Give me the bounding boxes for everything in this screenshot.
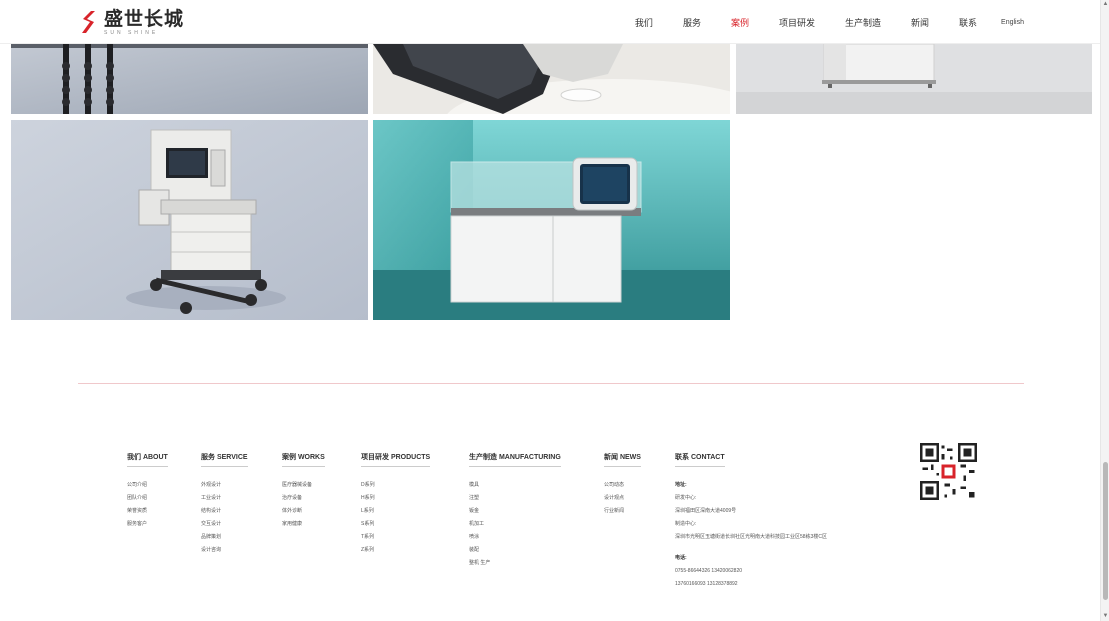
scroll-down-arrow-icon[interactable]: ▼: [1102, 612, 1109, 621]
footer-link[interactable]: 外观设计: [201, 479, 248, 492]
footer-col-title: 我们 ABOUT: [127, 452, 168, 467]
footer-link[interactable]: T系列: [361, 531, 430, 544]
footer-col-news: 新闻 NEWS 公司动态 设计观点 行业新闻: [604, 446, 641, 518]
footer-link[interactable]: 品牌策划: [201, 531, 248, 544]
logo-mark-icon: [78, 10, 98, 34]
case-image-analyzer[interactable]: [373, 120, 730, 320]
address-line: 深圳福田区深南大道4009号: [675, 508, 737, 514]
footer-link[interactable]: 医疗器械设备: [282, 479, 325, 492]
footer-link[interactable]: 设计观点: [604, 492, 641, 505]
footer-link[interactable]: 钣金: [469, 505, 561, 518]
phone-line[interactable]: 0755-86644326 13420062820: [675, 565, 827, 578]
footer-col-title: 联系 CONTACT: [675, 452, 725, 467]
footer-link[interactable]: 结构设计: [201, 505, 248, 518]
footer-link[interactable]: 装配: [469, 544, 561, 557]
footer-link[interactable]: Z系列: [361, 544, 430, 557]
address-line: 制造中心:: [675, 521, 697, 527]
footer-col-contact: 联系 CONTACT 地址: 研发中心: 深圳福田区深南大道4009号 制造中心…: [675, 446, 827, 591]
footer-col-title: 服务 SERVICE: [201, 452, 248, 467]
footer-col-title: 案例 WORKS: [282, 452, 325, 467]
footer-col-works: 案例 WORKS 医疗器械设备 治疗设备 体外诊断 家用健康: [282, 446, 325, 531]
site-logo[interactable]: 盛世长城 SUN SHINE: [78, 10, 184, 36]
footer-col-manufacturing: 生产制造 MANUFACTURING 模具 注塑 钣金 机加工 喷涂 装配 整机…: [469, 446, 561, 570]
case-image-monitor[interactable]: [373, 44, 730, 114]
footer-link[interactable]: 整机 生产: [469, 557, 561, 570]
site-header: 盛世长城 SUN SHINE 我们 服务 案例 项目研发 生产制造 新闻 联系 …: [0, 0, 1100, 44]
scroll-up-arrow-icon[interactable]: ▲: [1102, 0, 1109, 9]
footer-link[interactable]: 机加工: [469, 518, 561, 531]
footer-link[interactable]: 治疗设备: [282, 492, 325, 505]
address-line: 深圳市光明区玉塘街道长圳社区光明南大道科技园工业区58栋3楼C区: [675, 534, 827, 540]
footer-link[interactable]: 服务客户: [127, 518, 168, 531]
nav-item-products[interactable]: 项目研发: [779, 16, 815, 29]
footer-link[interactable]: 团队介绍: [127, 492, 168, 505]
footer-link[interactable]: 家用健康: [282, 518, 325, 531]
footer-col-service: 服务 SERVICE 外观设计 工业设计 结构设计 交互设计 品牌策划 设计咨询: [201, 446, 248, 557]
footer-link[interactable]: 体外诊断: [282, 505, 325, 518]
address-label: 地址:: [675, 482, 687, 488]
address-line: 研发中心:: [675, 495, 697, 501]
footer-link[interactable]: 注塑: [469, 492, 561, 505]
footer-col-products: 项目研发 PRODUCTS D系列 H系列 L系列 S系列 T系列 Z系列: [361, 446, 431, 557]
case-image-anesthesia-machine[interactable]: [11, 120, 368, 320]
logo-subtitle: SUN SHINE: [104, 30, 159, 36]
language-switch[interactable]: English: [1001, 19, 1024, 26]
footer-col-title: 项目研发 PRODUCTS: [361, 452, 431, 467]
footer-divider: [78, 383, 1024, 384]
page-scrollbar[interactable]: ▲ ▼: [1100, 0, 1109, 621]
nav-item-news[interactable]: 新闻: [911, 16, 929, 29]
footer-link[interactable]: 模具: [469, 479, 561, 492]
nav-item-manufacturing[interactable]: 生产制造: [845, 16, 881, 29]
footer-link[interactable]: H系列: [361, 492, 430, 505]
footer-link[interactable]: 工业设计: [201, 492, 248, 505]
footer-col-about: 我们 ABOUT 公司介绍 团队介绍 荣誉资质 服务客户: [127, 446, 168, 531]
nav-item-works[interactable]: 案例: [731, 16, 749, 29]
nav-item-service[interactable]: 服务: [683, 16, 701, 29]
footer-col-title: 新闻 NEWS: [604, 452, 641, 467]
qr-code-icon: [920, 443, 977, 500]
footer-link[interactable]: L系列: [361, 505, 430, 518]
footer-col-title: 生产制造 MANUFACTURING: [469, 452, 561, 467]
footer-link[interactable]: 公司介绍: [127, 479, 168, 492]
scroll-thumb[interactable]: [1103, 462, 1108, 600]
phone-label: 电话:: [675, 555, 687, 561]
nav-item-contact[interactable]: 联系: [959, 16, 977, 29]
footer-link[interactable]: D系列: [361, 479, 430, 492]
footer-link[interactable]: 公司动态: [604, 479, 641, 492]
footer-link[interactable]: 荣誉资质: [127, 505, 168, 518]
logo-name: 盛世长城: [104, 9, 185, 30]
nav-item-about[interactable]: 我们: [635, 16, 653, 29]
case-image-cart[interactable]: [736, 44, 1092, 114]
phone-line[interactable]: 13760166093 13128378892: [675, 578, 827, 591]
footer-link[interactable]: 行业新闻: [604, 505, 641, 518]
footer-link[interactable]: 设计咨询: [201, 544, 248, 557]
main-nav: 我们 服务 案例 项目研发 生产制造 新闻 联系 English: [605, 0, 1024, 44]
footer-link[interactable]: S系列: [361, 518, 430, 531]
case-image-cables[interactable]: [11, 44, 368, 114]
footer-link[interactable]: 喷涂: [469, 531, 561, 544]
footer-link[interactable]: 交互设计: [201, 518, 248, 531]
